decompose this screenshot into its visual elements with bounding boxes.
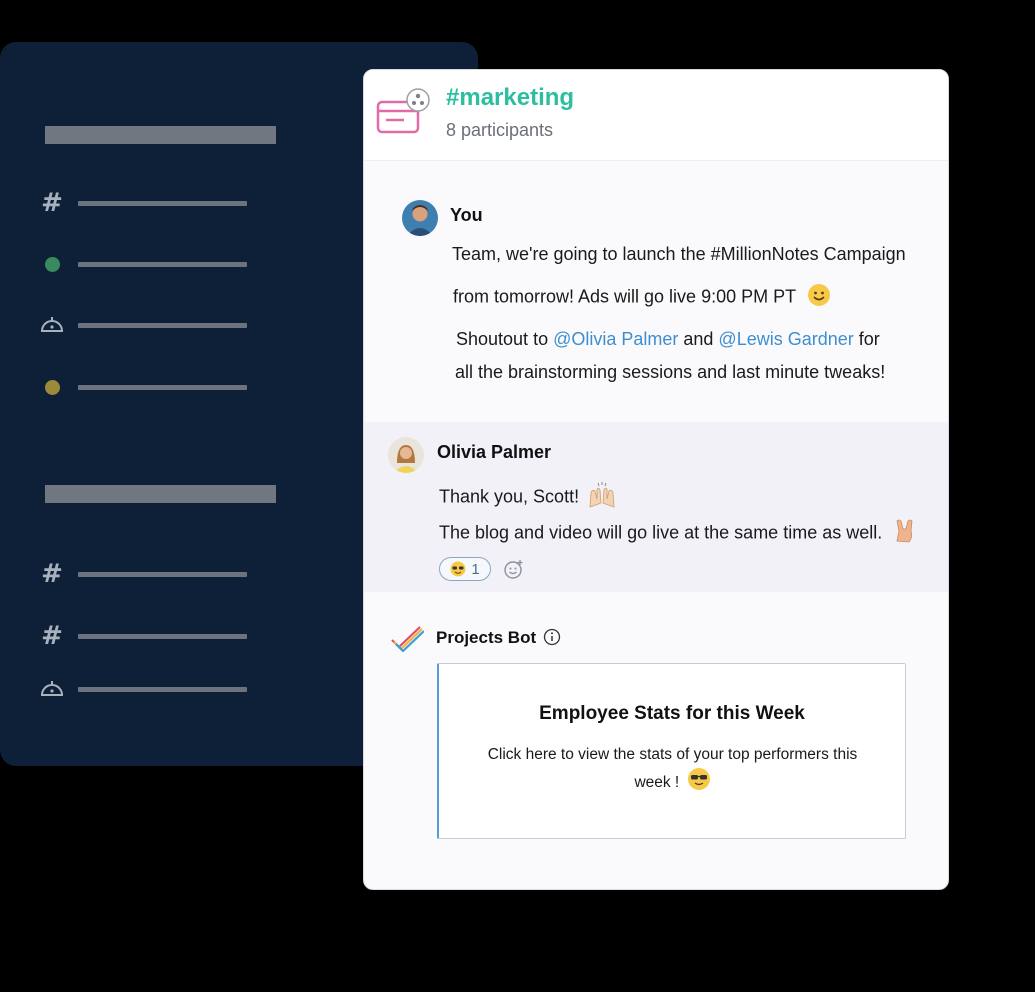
sidebar-item-user-2[interactable] <box>38 375 268 399</box>
message-text-fragment: and <box>678 329 719 349</box>
yellow-status-dot-icon <box>38 375 66 399</box>
mention-link[interactable]: @Lewis Gardner <box>718 329 853 349</box>
projects-bot-checkmark-icon <box>391 626 424 652</box>
sidebar-item-label <box>78 322 247 328</box>
mention-link[interactable]: @Olivia Palmer <box>553 329 678 349</box>
message-author[interactable]: Projects Bot <box>436 628 536 648</box>
smile-emoji-icon <box>807 283 831 312</box>
sunglasses-emoji-icon <box>687 767 711 799</box>
message-text-line: Thank you, Scott! <box>439 486 580 507</box>
sunglasses-emoji-icon <box>450 561 466 577</box>
sidebar-item-channel-1[interactable]: # <box>38 188 268 218</box>
sidebar-item-channel-3[interactable]: # <box>38 621 268 651</box>
message-text-line: The blog and video will go live at the s… <box>439 522 883 543</box>
channel-icon <box>376 88 430 134</box>
message-text: Shoutout to @Olivia Palmer and @Lewis Ga… <box>456 329 880 350</box>
avatar[interactable] <box>402 200 438 236</box>
message-author[interactable]: Olivia Palmer <box>437 442 551 463</box>
avatar[interactable] <box>388 437 424 473</box>
participant-count[interactable]: 8 participants <box>446 120 553 141</box>
raised-hands-emoji-icon <box>586 481 618 514</box>
sidebar-item-label <box>78 686 247 692</box>
message-text-fragment: Shoutout to <box>456 329 554 349</box>
message-text: The blog and video will go live at the s… <box>439 517 919 550</box>
rock-on-hand-emoji-icon <box>891 517 919 550</box>
hash-icon: # <box>41 559 63 589</box>
message-author[interactable]: You <box>450 205 483 226</box>
sidebar-item-label <box>78 571 247 577</box>
message-text: from tomorrow! Ads will go live 9:00 PM … <box>453 283 831 312</box>
sidebar-item-label <box>78 261 247 267</box>
card-body-text: Click here to view the stats of your top… <box>487 746 858 792</box>
add-reaction-icon[interactable] <box>503 558 525 580</box>
channel-name[interactable]: #marketing <box>446 84 574 112</box>
reaction-count: 1 <box>471 560 480 578</box>
channel-header: #marketing 8 participants <box>364 70 948 161</box>
sidebar-item-bot-1[interactable] <box>38 313 268 337</box>
bot-message-card[interactable]: Employee Stats for this Week Click here … <box>437 663 906 839</box>
card-title: Employee Stats for this Week <box>539 703 805 724</box>
chat-window: #marketing 8 participants You Team, we'r… <box>363 69 949 890</box>
sidebar-item-label <box>78 384 247 390</box>
sidebar-item-label <box>78 200 247 206</box>
message-text: all the brainstorming sessions and last … <box>455 362 886 382</box>
sidebar-item-label <box>78 633 247 639</box>
sidebar-section-header <box>45 126 276 144</box>
info-icon[interactable] <box>543 628 561 646</box>
green-status-dot-icon <box>38 252 66 276</box>
sidebar-item-bot-2[interactable] <box>38 677 268 701</box>
card-body: Click here to view the stats of your top… <box>469 743 876 799</box>
message-text-line: from tomorrow! Ads will go live 9:00 PM … <box>453 286 796 307</box>
sidebar-section-header <box>45 485 276 503</box>
bot-icon <box>38 677 66 701</box>
sidebar-item-user-1[interactable] <box>38 252 268 276</box>
message-text: Team, we're going to launch the #Million… <box>452 244 906 264</box>
message-text: Thank you, Scott! <box>439 481 618 514</box>
reaction-chip[interactable]: 1 <box>439 557 491 581</box>
sidebar-item-channel-2[interactable]: # <box>38 559 268 589</box>
hash-icon: # <box>41 621 63 651</box>
message-text-fragment: for <box>853 329 880 349</box>
hash-icon: # <box>41 188 63 218</box>
bot-icon <box>38 313 66 337</box>
